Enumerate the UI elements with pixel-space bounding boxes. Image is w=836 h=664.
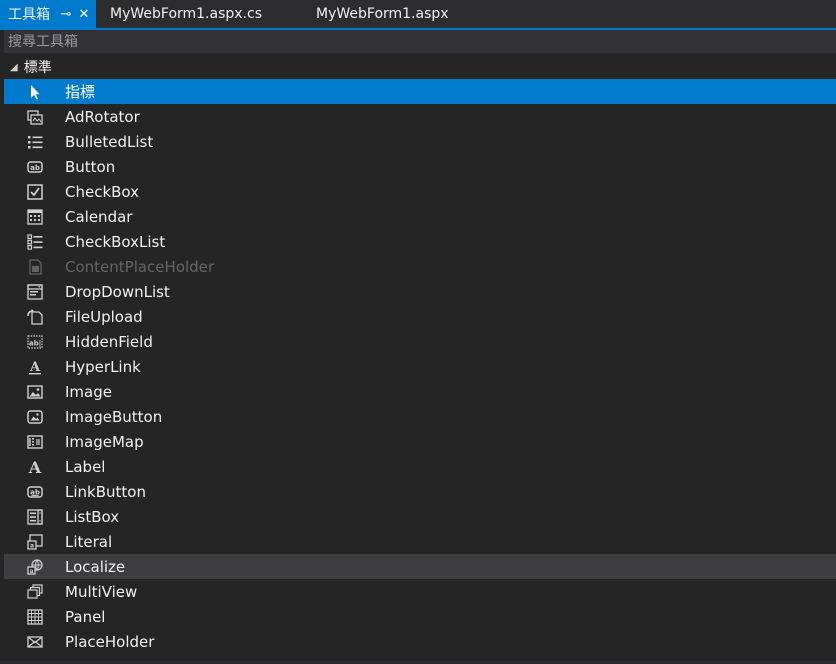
search-input[interactable] [4,33,836,50]
toolbox-item-label: AdRotator [65,107,140,126]
svg-text:A: A [29,360,41,375]
toolbox-item-label: ImageButton [65,407,163,426]
pointer-icon [26,83,44,101]
toolbox-item-file-upload[interactable]: FileUpload [4,304,836,329]
toolbox-item-label: CheckBox [65,182,140,201]
toolbox-item-label: PlaceHolder [65,632,155,651]
toolbox-item-label: Calendar [65,207,133,226]
toolbox-item-checkbox-list[interactable]: CheckBoxList [4,229,836,254]
toolbox-item-label: LinkButton [65,482,146,501]
svg-text:ab: ab [30,164,40,172]
toolbox-item-content-placeholder[interactable]: ContentPlaceHolder [4,254,836,279]
listbox-icon [26,508,44,526]
checkbox-icon [26,183,44,201]
image-map-icon [26,433,44,451]
toolbox-item-label: ContentPlaceHolder [65,257,215,276]
panel-icon [26,608,44,626]
toolbox-item-button[interactable]: ab Button [4,154,836,179]
toolbox-item-pointer[interactable]: 指標 [4,79,836,104]
toolbox-item-listbox[interactable]: ListBox [4,504,836,529]
document-tab-bar: 工具箱 ⊸ ✕ MyWebForm1.aspx.cs MyWebForm1.as… [0,0,836,28]
svg-text:ab|: ab| [29,339,41,348]
image-button-icon [26,408,44,426]
svg-text:A: A [28,458,42,476]
calendar-icon [26,208,44,226]
button-icon: ab [26,158,44,176]
link-button-icon: ab [26,483,44,501]
toolbox-item-label: HyperLink [65,357,141,376]
group-header-standard[interactable]: ◢ 標準 [4,56,836,78]
group-header-label: 標準 [23,60,52,76]
toolbox-item-bulleted-list[interactable]: BulletedList [4,129,836,154]
toolbox-item-placeholder[interactable]: PlaceHolder [4,629,836,654]
toolbox-item-label: Localize [65,557,126,576]
toolbox-item-image-map[interactable]: ImageMap [4,429,836,454]
toolbox-item-label: Literal [65,532,113,551]
toolbox-item-calendar[interactable]: Calendar [4,204,836,229]
toolbox-item-label: FileUpload [65,307,143,326]
hyperlink-icon: A [26,358,44,376]
tab-toolbox-title: 工具箱 [8,7,50,23]
toolbox-item-hyperlink[interactable]: A HyperLink [4,354,836,379]
toolbox-item-localize[interactable]: a Localize [4,554,836,579]
pin-icon[interactable]: ⊸ [58,4,74,24]
toolbox-item-label: MultiView [65,582,138,601]
dropdown-list-icon [26,283,44,301]
label-icon: A [26,458,44,476]
toolbox-item-label: DropDownList [65,282,170,301]
placeholder-icon [26,633,44,651]
toolbox-item-multiview[interactable]: MultiView [4,579,836,604]
toolbox-item-label: CheckBoxList [65,232,166,251]
hidden-field-icon: ab| [26,333,44,351]
bulleted-list-icon [26,133,44,151]
toolbox-item-label: ImageMap [65,432,144,451]
svg-text:a: a [29,568,33,575]
toolbox-item-label: Label [65,457,106,476]
checkbox-list-icon [26,233,44,251]
literal-icon: a [26,533,44,551]
svg-text:a: a [30,542,34,549]
tab-mywebform1-aspx-cs[interactable]: MyWebForm1.aspx.cs [100,0,296,28]
file-upload-icon [26,308,44,326]
toolbox-item-hidden-field[interactable]: ab| HiddenField [4,329,836,354]
localize-icon: a [26,558,44,576]
toolbox-item-link-button[interactable]: ab LinkButton [4,479,836,504]
tab-mywebform1-aspx[interactable]: MyWebForm1.aspx [296,0,496,28]
toolbox-item-dropdown-list[interactable]: DropDownList [4,279,836,304]
toolbox-item-image-button[interactable]: ImageButton [4,404,836,429]
toolbox-item-label: Image [65,382,112,401]
collapse-caret-icon[interactable]: ◢ [10,62,18,73]
toolbox-item-adrotator[interactable]: AdRotator [4,104,836,129]
content-placeholder-icon [26,258,44,276]
toolbox-item-checkbox[interactable]: CheckBox [4,179,836,204]
toolbox-item-literal[interactable]: a Literal [4,529,836,554]
image-icon [26,383,44,401]
toolbox-item-label: ListBox [65,507,120,526]
multiview-icon [26,583,44,601]
adrotator-icon [26,108,44,126]
toolbox-item-image[interactable]: Image [4,379,836,404]
close-icon[interactable]: ✕ [76,4,92,24]
toolbox-item-label: Panel [65,607,106,626]
toolbox-item-label: 指標 [65,83,96,101]
toolbox-item-label: BulletedList [65,132,154,151]
toolbox-item-list: 指標 AdRotator BulletedList ab Button CheckBox C… [4,79,836,654]
toolbox-item-label[interactable]: A Label [4,454,836,479]
toolbox-item-label: HiddenField [65,332,153,351]
toolbox-item-panel[interactable]: Panel [4,604,836,629]
toolbox-item-label: Button [65,157,116,176]
toolbox-search [4,30,836,53]
tab-toolbox[interactable]: 工具箱 ⊸ ✕ [0,0,96,28]
